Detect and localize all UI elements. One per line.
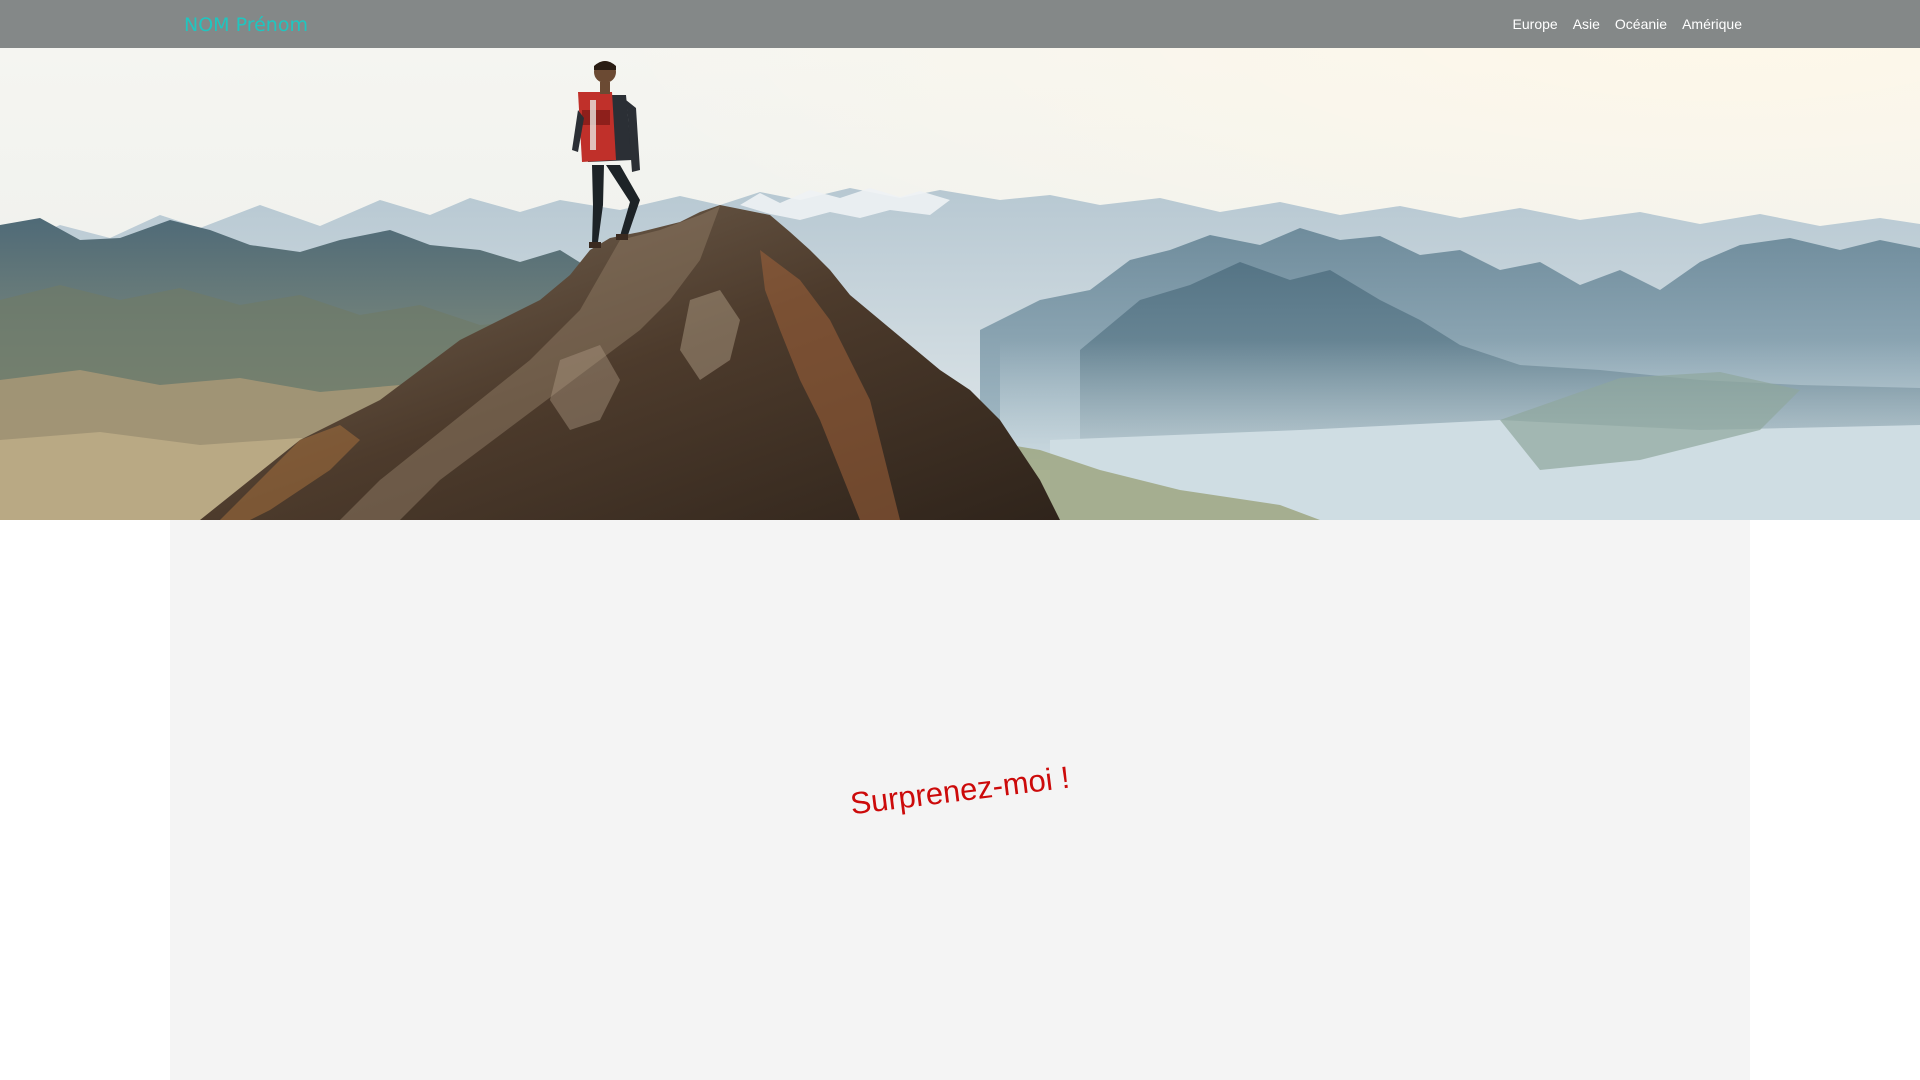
content-panel: Surprenez-moi ! [170,520,1750,1080]
mountain-landscape-image [0,0,1920,520]
nav-link-oceanie[interactable]: Océanie [1615,16,1667,32]
nav-link-europe[interactable]: Europe [1513,16,1558,32]
page: NOM Prénom Europe Asie Océanie Amérique … [0,0,1920,1080]
nav-links: Europe Asie Océanie Amérique [1513,0,1742,48]
top-navbar: NOM Prénom Europe Asie Océanie Amérique [0,0,1920,48]
nav-link-asie[interactable]: Asie [1573,16,1600,32]
brand-link[interactable]: NOM Prénom [184,0,308,48]
surprise-message: Surprenez-moi ! [848,759,1072,822]
hero-image [0,0,1920,520]
nav-link-amerique[interactable]: Amérique [1682,16,1742,32]
